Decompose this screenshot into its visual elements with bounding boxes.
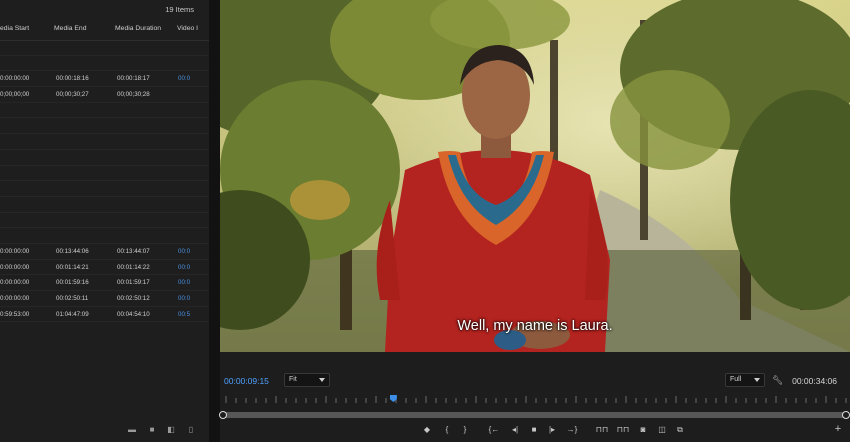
- stop-icon[interactable]: ■: [529, 423, 539, 436]
- project-toolbar: ▬ ■ ◧ ▯: [120, 425, 205, 439]
- wrench-settings-icon[interactable]: 🔧︎: [772, 375, 783, 386]
- media-start-cell: 0:59:53:00: [0, 310, 30, 318]
- project-item-row[interactable]: [0, 166, 209, 182]
- media-duration-cell: 00:00:18:17: [117, 75, 150, 83]
- current-timecode[interactable]: 00:00:09:15: [224, 376, 269, 386]
- media-end-cell: 00:02:50:11: [56, 295, 89, 302]
- project-item-row[interactable]: 0:00:00:00 00:01:59:16 00:01:59:17 00:0: [0, 275, 209, 291]
- video-image: [220, 0, 850, 352]
- column-header-video-in[interactable]: Video I: [177, 25, 198, 32]
- zoom-level-value: Fit: [289, 376, 297, 383]
- playback-resolution-value: Full: [730, 376, 742, 383]
- extract-icon[interactable]: ⊓⊓: [616, 423, 630, 436]
- folder-icon[interactable]: ▬: [127, 425, 137, 435]
- project-item-row[interactable]: 0:00:00:00 00:13:44:06 00:13:44:07 00:0: [0, 244, 209, 260]
- media-end-cell: 00:01:59:16: [56, 279, 89, 287]
- media-duration-cell: 00:01:59:17: [117, 279, 150, 287]
- project-item-row[interactable]: 0:00:00:00 00:02:50:11 00:02:50:12 00:0: [0, 291, 209, 307]
- media-end-cell: 01:04:47:09: [56, 310, 89, 318]
- project-item-row[interactable]: [0, 118, 209, 135]
- media-start-cell: 0:00:00:00: [0, 75, 30, 83]
- duration-timecode: 00:00:34:06: [792, 376, 837, 386]
- media-start-cell: 0:00:00:00: [0, 279, 30, 287]
- project-item-row[interactable]: 0;00;00;00 00;00;30;27 00;00;30;28: [0, 87, 209, 103]
- media-duration-cell: 00:04:54:10: [117, 310, 150, 318]
- proxy-toggle-icon[interactable]: ⧉: [674, 423, 686, 436]
- step-back-icon[interactable]: ◂|: [510, 423, 520, 436]
- project-item-row[interactable]: [0, 134, 209, 150]
- time-ruler[interactable]: [222, 393, 848, 405]
- media-duration-cell: 00:13:44:07: [117, 247, 150, 255]
- add-button-icon[interactable]: +: [832, 423, 844, 436]
- media-end-cell: 00;00;30;27: [56, 91, 89, 99]
- scrollbar-left-handle[interactable]: [219, 411, 227, 419]
- chevron-down-icon: [754, 378, 760, 382]
- transport-controls: ◆ { } {← ◂| ■ |▸ →} ⊓⊓ ⊓⊓ ◙ ◫ ⧉ +: [220, 423, 850, 437]
- project-item-row[interactable]: [0, 181, 209, 197]
- media-duration-cell: 00:02:50:12: [117, 295, 150, 302]
- project-item-row[interactable]: [0, 197, 209, 213]
- project-item-row[interactable]: 0:59:53:00 01:04:47:09 00:04:54:10 00:5: [0, 307, 209, 323]
- new-item-icon[interactable]: ◧: [166, 425, 176, 435]
- media-end-cell: 00:00:18:16: [56, 75, 89, 83]
- chevron-down-icon: [319, 378, 325, 382]
- project-item-row[interactable]: 0:00:00:00 00:01:14:21 00:01:14:22 00:0: [0, 260, 209, 276]
- zoom-level-dropdown[interactable]: Fit: [284, 373, 330, 387]
- media-duration-cell: 00;00;30;28: [117, 91, 150, 99]
- video-in-cell: 00:5: [178, 310, 191, 318]
- go-to-in-icon[interactable]: {←: [488, 423, 500, 436]
- mark-out-icon[interactable]: }: [460, 423, 470, 436]
- video-frame: Well, my name is Laura.: [220, 0, 850, 352]
- column-header-row: edia Start Media End Media Duration Vide…: [0, 17, 209, 41]
- project-item-row[interactable]: [0, 103, 209, 119]
- project-item-row[interactable]: 0:00:00:00 00:00:18:16 00:00:18:17 00:0: [0, 71, 209, 88]
- project-item-row[interactable]: [0, 56, 209, 72]
- column-header-media-start[interactable]: edia Start: [0, 25, 29, 32]
- project-panel: 19 Items edia Start Media End Media Dura…: [0, 0, 209, 442]
- media-duration-cell: 00:01:14:22: [117, 263, 150, 271]
- video-in-cell: 00:0: [178, 247, 191, 255]
- step-forward-icon[interactable]: |▸: [547, 423, 557, 436]
- media-end-cell: 00:13:44:06: [56, 247, 89, 255]
- export-frame-icon[interactable]: ◙: [637, 423, 649, 436]
- video-in-cell: 00:0: [178, 279, 191, 287]
- panel-divider[interactable]: [209, 0, 220, 442]
- items-count: 19 Items: [165, 5, 194, 14]
- video-in-cell: 00:0: [178, 75, 191, 83]
- column-header-media-end[interactable]: Media End: [54, 25, 87, 32]
- media-end-cell: 00:01:14:21: [56, 263, 89, 271]
- media-start-cell: 0:00:00:00: [0, 263, 30, 271]
- mark-in-icon[interactable]: {: [442, 423, 452, 436]
- zoom-scrollbar[interactable]: [222, 412, 846, 418]
- media-start-cell: 0:00:00:00: [0, 295, 30, 302]
- project-item-row[interactable]: [0, 213, 209, 229]
- lift-icon[interactable]: ⊓⊓: [595, 423, 609, 436]
- media-start-cell: 0:00:00:00: [0, 247, 30, 255]
- project-item-row[interactable]: [0, 228, 209, 244]
- video-in-cell: 00:0: [178, 295, 191, 302]
- project-item-row[interactable]: [0, 150, 209, 166]
- video-subtitle: Well, my name is Laura.: [457, 318, 613, 334]
- media-start-cell: 0;00;00;00: [0, 91, 30, 99]
- comparison-view-icon[interactable]: ◫: [656, 423, 668, 436]
- playback-resolution-dropdown[interactable]: Full: [725, 373, 765, 387]
- project-item-list: 0:00:00:00 00:00:18:16 00:00:18:17 00:0 0;00…: [0, 40, 209, 323]
- scrollbar-right-handle[interactable]: [842, 411, 850, 419]
- column-header-media-duration[interactable]: Media Duration: [115, 25, 161, 32]
- video-in-cell: 00:0: [178, 263, 191, 271]
- new-bin-icon[interactable]: ■: [147, 425, 157, 435]
- trash-icon[interactable]: ▯: [186, 425, 196, 435]
- project-item-row[interactable]: [0, 40, 209, 56]
- go-to-out-icon[interactable]: →}: [566, 423, 578, 436]
- marker-icon[interactable]: ◆: [422, 423, 432, 436]
